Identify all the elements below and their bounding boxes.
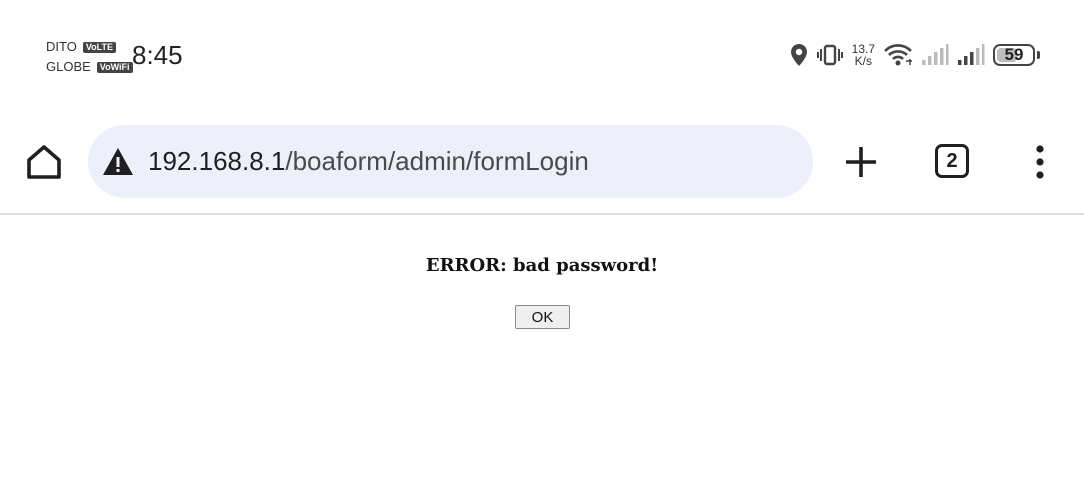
battery-icon: 59 bbox=[993, 44, 1035, 66]
vowifi-badge: VoWiFi bbox=[96, 61, 133, 73]
ok-button[interactable]: OK bbox=[515, 305, 570, 329]
home-icon[interactable] bbox=[24, 142, 64, 182]
carrier-name-1: DITO bbox=[46, 39, 77, 54]
plus-icon[interactable] bbox=[843, 144, 879, 180]
battery-cap bbox=[1037, 51, 1040, 59]
status-bar: DITO VoLTE GLOBE VoWiFi 8:45 13.7 K/s 59 bbox=[0, 0, 1084, 108]
vibrate-icon bbox=[816, 44, 843, 66]
battery-level: 59 bbox=[1004, 45, 1024, 64]
url-host: 192.168.8.1 bbox=[148, 146, 286, 176]
warning-icon[interactable] bbox=[102, 147, 134, 177]
url-text[interactable]: 192.168.8.1/boaform/admin/formLogin bbox=[148, 146, 589, 177]
address-bar[interactable]: 192.168.8.1/boaform/admin/formLogin bbox=[88, 125, 813, 198]
network-speed: 13.7 K/s bbox=[852, 43, 875, 67]
error-message: ERROR: bad password! bbox=[425, 255, 659, 276]
status-icons: 13.7 K/s 59 bbox=[790, 40, 1040, 70]
tabs-icon[interactable]: 2 bbox=[935, 144, 969, 178]
signal-icon bbox=[958, 44, 985, 65]
tab-count: 2 bbox=[946, 149, 958, 172]
signal-icon bbox=[922, 44, 949, 65]
toolbar-divider bbox=[0, 213, 1084, 215]
url-path: /boaform/admin/formLogin bbox=[285, 146, 589, 176]
carrier-name-2: GLOBE bbox=[46, 59, 91, 74]
carrier-info: DITO VoLTE GLOBE VoWiFi bbox=[46, 37, 133, 77]
wifi-icon bbox=[884, 44, 912, 66]
browser-toolbar: 192.168.8.1/boaform/admin/formLogin 2 bbox=[0, 124, 1084, 200]
clock: 8:45 bbox=[132, 40, 183, 70]
more-vert-icon[interactable] bbox=[1030, 144, 1050, 180]
location-icon bbox=[790, 44, 807, 66]
speed-unit: K/s bbox=[854, 54, 872, 68]
volte-badge: VoLTE bbox=[82, 41, 116, 53]
